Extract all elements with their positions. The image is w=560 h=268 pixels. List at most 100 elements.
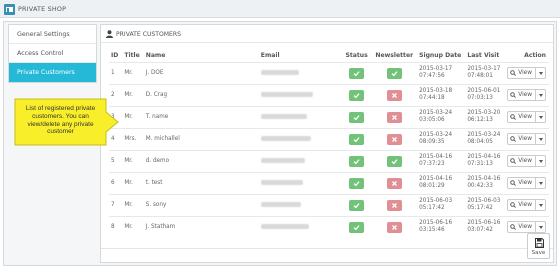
status-enabled-icon[interactable] <box>349 221 365 233</box>
cell-email <box>257 149 341 172</box>
newsletter-disabled-icon[interactable] <box>386 133 402 145</box>
search-icon <box>510 158 517 164</box>
customers-table: ID Title Name Email Status Newsletter Si… <box>109 50 549 238</box>
signup-time: 08:01:29 <box>419 183 445 189</box>
action-dropdown-toggle[interactable] <box>536 200 545 210</box>
cell-id: 5 <box>109 149 122 172</box>
view-button[interactable]: View <box>508 134 536 144</box>
last-visit-time: 07:03:13 <box>467 95 493 101</box>
save-button[interactable]: Save <box>527 233 550 259</box>
last-visit-date: 2015-06-03 <box>467 197 501 204</box>
column-header-signup-date: Signup Date <box>419 52 462 60</box>
search-icon <box>510 114 517 120</box>
view-button[interactable]: View <box>508 90 536 100</box>
caret-down-icon <box>538 137 543 141</box>
sidebar-item-access-control[interactable]: Access Control <box>9 44 96 63</box>
view-button[interactable]: View <box>508 156 536 166</box>
cell-newsletter <box>372 149 417 172</box>
view-button[interactable]: View <box>508 178 536 188</box>
action-button-group: View <box>507 221 546 234</box>
column-header-email: Email <box>260 52 280 60</box>
cell-status <box>340 193 373 216</box>
newsletter-disabled-icon[interactable] <box>386 89 402 101</box>
view-label: View <box>518 202 532 208</box>
cell-email <box>257 105 341 128</box>
action-dropdown-toggle[interactable] <box>536 156 545 166</box>
newsletter-disabled-icon[interactable] <box>386 199 402 211</box>
caret-down-icon <box>538 203 543 207</box>
panel-footer-divider <box>101 248 553 249</box>
action-button-group: View <box>507 199 546 211</box>
cell-action: View <box>504 61 549 84</box>
status-enabled-icon[interactable] <box>349 133 365 145</box>
view-label: View <box>518 114 532 120</box>
view-label: View <box>518 136 532 142</box>
view-button[interactable]: View <box>508 68 536 78</box>
last-visit-date: 2015-03-20 <box>467 109 501 116</box>
cell-signup-date: 2015-06-16 03:15:46 <box>416 215 465 238</box>
cell-name: J. DOE <box>142 61 258 84</box>
signup-date: 2015-04-16 <box>419 175 453 182</box>
caret-down-icon <box>538 115 543 119</box>
email-redacted <box>260 179 303 185</box>
status-enabled-icon[interactable] <box>349 111 365 123</box>
signup-time: 03:05:06 <box>419 117 445 123</box>
cell-action: View <box>504 171 549 194</box>
cell-action: View <box>504 83 549 106</box>
cell-name: T. name <box>142 105 258 128</box>
last-visit-time: 00:42:33 <box>467 183 493 189</box>
newsletter-enabled-icon[interactable] <box>386 155 402 167</box>
action-dropdown-toggle[interactable] <box>536 90 545 100</box>
last-visit-time: 05:17:42 <box>467 205 493 211</box>
view-label: View <box>518 158 532 164</box>
cell-title: Mr. <box>121 171 143 194</box>
cell-newsletter <box>372 193 417 216</box>
action-dropdown-toggle[interactable] <box>536 134 545 144</box>
signup-date: 2015-06-03 <box>419 197 453 204</box>
signup-date: 2015-03-17 <box>419 65 453 72</box>
newsletter-disabled-icon[interactable] <box>386 177 402 189</box>
cell-title: Mr. <box>121 105 143 128</box>
status-enabled-icon[interactable] <box>349 89 365 101</box>
sidebar-item-private-customers[interactable]: Private Customers <box>9 63 96 82</box>
view-button[interactable]: View <box>508 222 536 233</box>
cell-newsletter <box>372 61 417 84</box>
action-dropdown-toggle[interactable] <box>536 112 545 122</box>
signup-date: 2015-03-24 <box>419 109 453 116</box>
cell-email <box>257 83 341 106</box>
table-row: 8 Mr. J. Statham 2015-06-16 03:15:46 2015-06-… <box>109 215 549 238</box>
cell-last-visit: 2015-03-17 07:48:01 <box>464 61 505 84</box>
cell-title: Mr. <box>121 83 143 106</box>
status-enabled-icon[interactable] <box>349 199 365 211</box>
sidebar-item-general-settings[interactable]: General Settings <box>9 25 96 44</box>
cell-email <box>257 215 341 238</box>
cell-last-visit: 2015-04-16 00:42:33 <box>464 171 505 194</box>
cell-newsletter <box>372 215 417 238</box>
newsletter-enabled-icon[interactable] <box>386 67 402 79</box>
action-dropdown-toggle[interactable] <box>536 68 545 78</box>
newsletter-disabled-icon[interactable] <box>386 111 402 123</box>
action-dropdown-toggle[interactable] <box>536 222 545 232</box>
status-enabled-icon[interactable] <box>349 155 365 167</box>
status-enabled-icon[interactable] <box>349 177 365 189</box>
cell-last-visit: 2015-03-20 06:12:13 <box>464 105 505 128</box>
cell-id: 8 <box>109 215 122 238</box>
search-icon <box>510 202 517 208</box>
action-button-group: View <box>507 89 546 101</box>
action-button-group: View <box>507 111 546 123</box>
top-bar: PRIVATE SHOP <box>0 0 560 18</box>
view-button[interactable]: View <box>508 200 536 210</box>
newsletter-disabled-icon[interactable] <box>386 221 402 233</box>
view-button[interactable]: View <box>508 112 536 122</box>
signup-time: 07:37:23 <box>419 161 445 167</box>
panel-header: PRIVATE CUSTOMERS <box>101 25 553 43</box>
cell-name: M. michallel <box>142 127 258 150</box>
cell-signup-date: 2015-04-16 08:01:29 <box>416 171 465 194</box>
cell-status <box>340 105 373 128</box>
cell-newsletter <box>372 105 417 128</box>
cell-email <box>257 171 341 194</box>
email-redacted <box>260 223 309 229</box>
action-dropdown-toggle[interactable] <box>536 178 545 188</box>
status-enabled-icon[interactable] <box>349 67 365 79</box>
cell-signup-date: 2015-06-03 05:17:42 <box>416 193 465 216</box>
